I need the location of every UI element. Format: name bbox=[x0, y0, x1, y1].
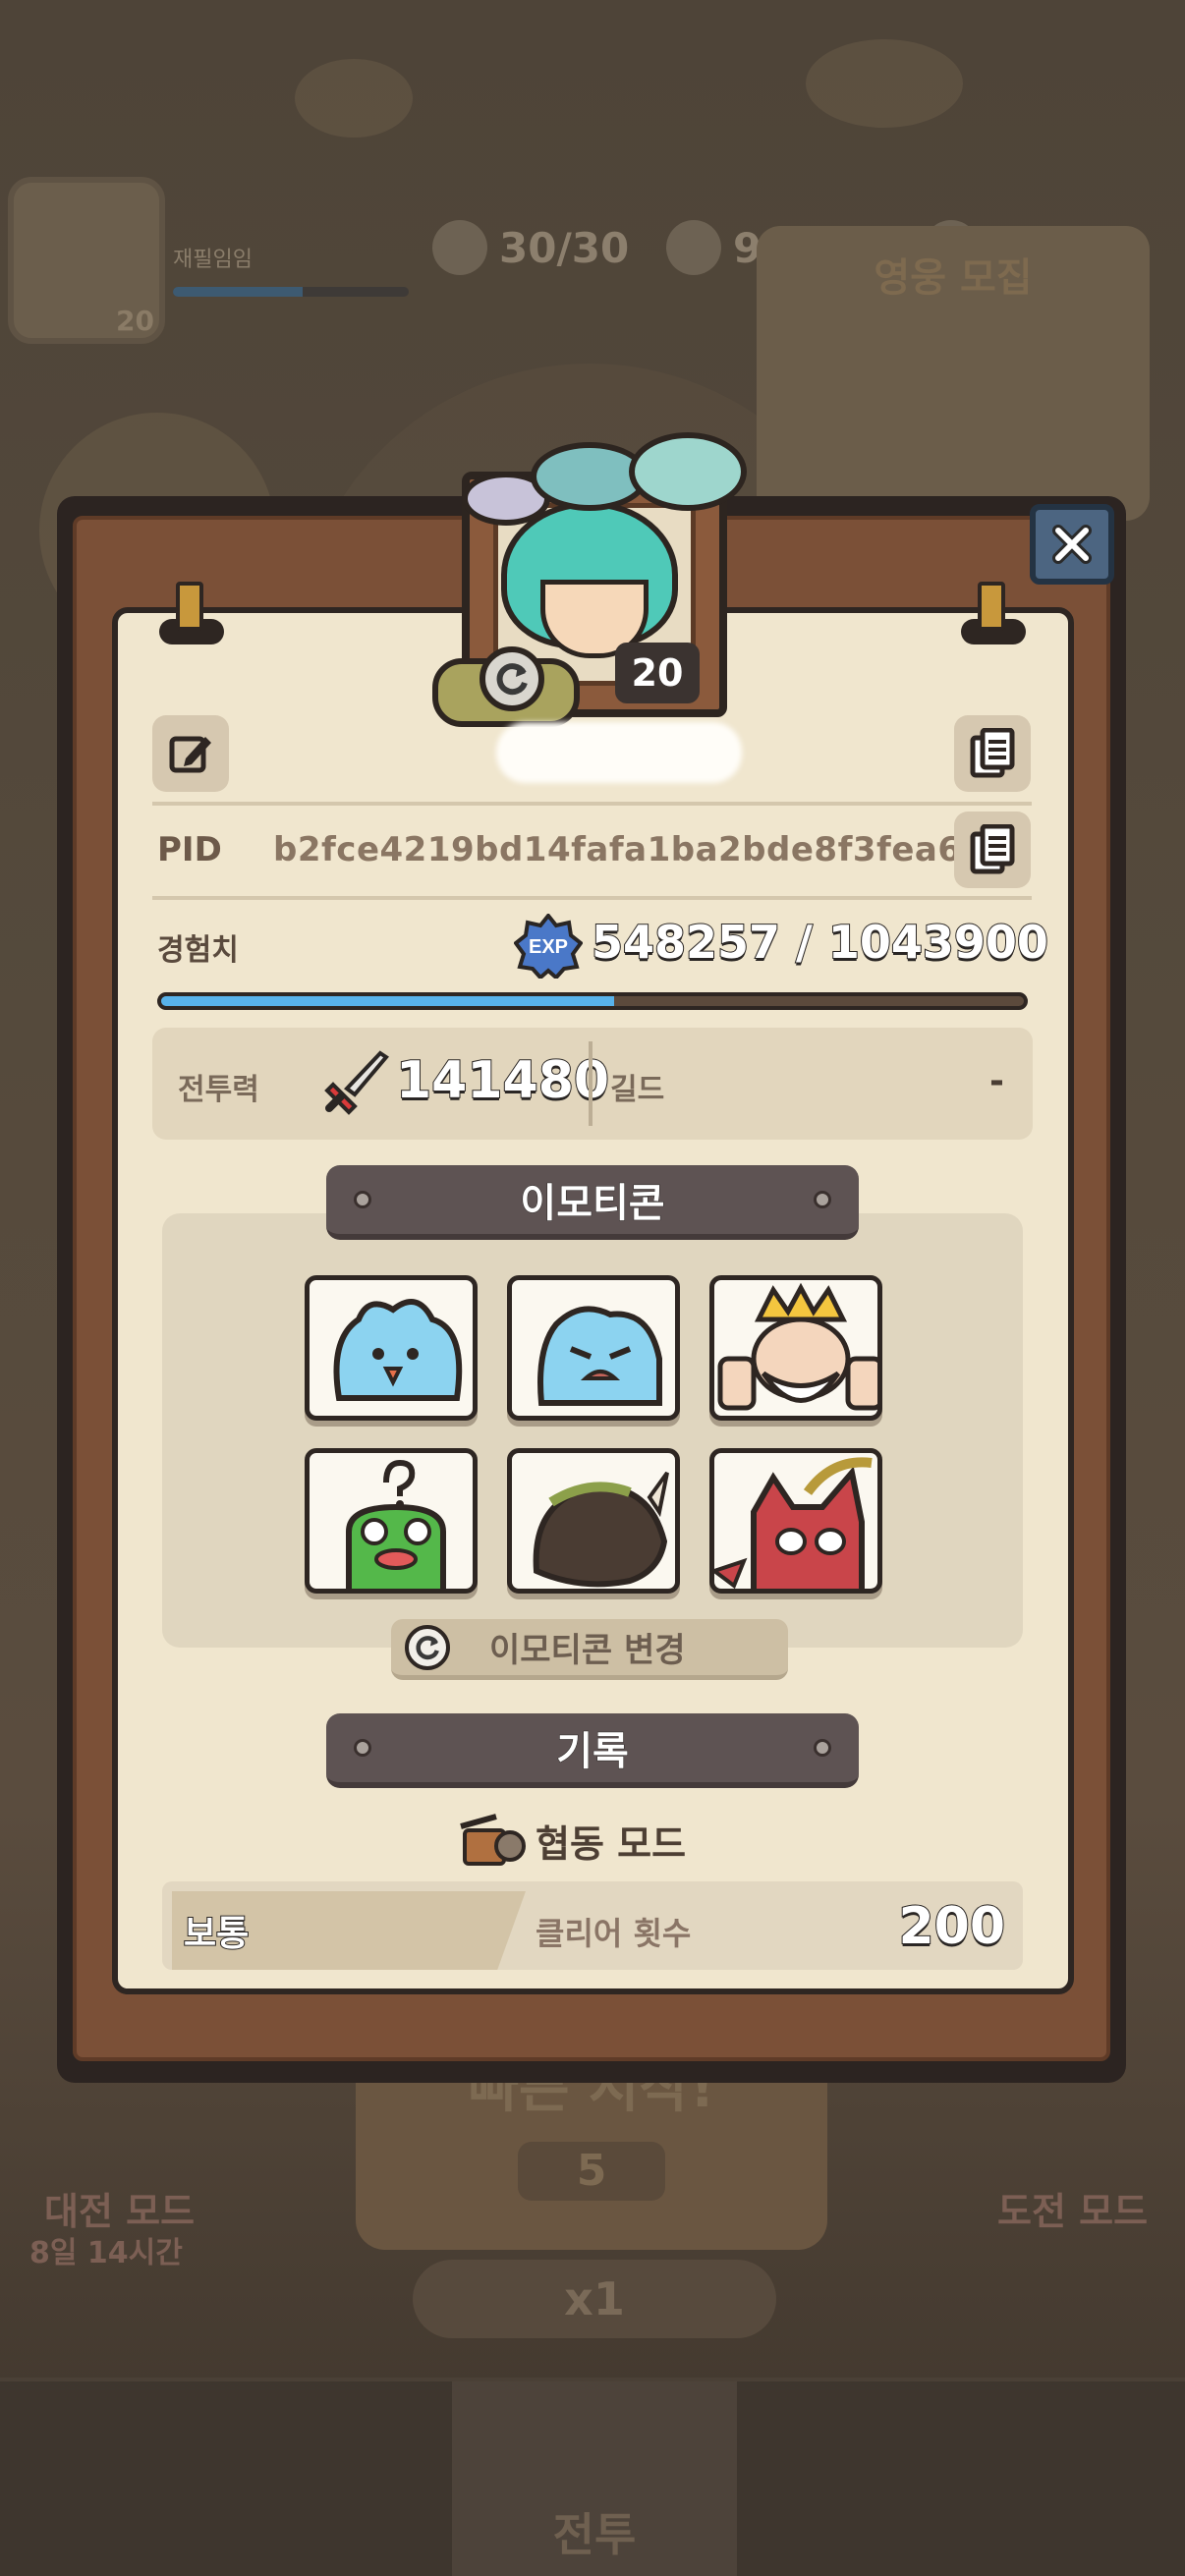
profile-avatar[interactable]: 20 bbox=[432, 432, 757, 737]
exp-progress-fill bbox=[161, 996, 614, 1006]
bg-hero-recruit-banner: 영웅 모집 bbox=[757, 226, 1150, 521]
green-slime-question-icon bbox=[346, 1459, 446, 1589]
energy-icon bbox=[432, 220, 487, 275]
bg-multiplier: x1 bbox=[413, 2260, 776, 2338]
blue-spirit-angry-icon bbox=[537, 1306, 662, 1406]
emoticon-slot-3[interactable] bbox=[709, 1275, 882, 1421]
emoticon-slot-1[interactable] bbox=[305, 1275, 478, 1421]
power-label: 전투력 bbox=[178, 1073, 259, 1107]
bg-nav-battle: 전투 bbox=[552, 2508, 637, 2561]
refresh-icon bbox=[405, 1624, 450, 1670]
copy-name-button[interactable] bbox=[954, 715, 1031, 792]
king-thumbsup-icon bbox=[717, 1282, 877, 1411]
coop-mode-title: 협동 모드 bbox=[457, 1813, 686, 1868]
power-value: 141480 bbox=[395, 1050, 610, 1111]
change-emoticon-button[interactable]: 이모티콘 변경 bbox=[391, 1619, 788, 1680]
profile-level-badge: 20 bbox=[615, 643, 700, 703]
copy-icon bbox=[970, 728, 1015, 778]
record-clear-label: 클리어 횟수 bbox=[536, 1915, 692, 1952]
exp-value: 548257 / 1043900 bbox=[591, 915, 1049, 970]
coop-mode-icon bbox=[460, 1814, 526, 1866]
records-header: 기록 bbox=[326, 1713, 859, 1788]
emoticon-slot-2[interactable] bbox=[507, 1275, 680, 1421]
copy-icon bbox=[970, 824, 1015, 874]
sword-icon bbox=[324, 1050, 389, 1115]
blue-spirit-happy-icon bbox=[333, 1299, 463, 1401]
emoticon-slot-6[interactable] bbox=[709, 1448, 882, 1594]
guild-value: - bbox=[989, 1061, 1004, 1101]
dark-helmet-icon bbox=[533, 1471, 669, 1588]
coop-mode-label: 협동 모드 bbox=[536, 1821, 687, 1866]
exp-progress-bar bbox=[157, 992, 1028, 1010]
bg-battle-mode-timer: 8일 14시간 bbox=[29, 2236, 183, 2270]
guild-label: 길드 bbox=[610, 1073, 665, 1107]
close-button[interactable] bbox=[1030, 504, 1114, 585]
paper-pin-right bbox=[961, 582, 1026, 652]
exp-icon: EXP bbox=[514, 914, 583, 979]
player-name-redacted bbox=[496, 722, 742, 783]
record-clear-count: 200 bbox=[897, 1896, 1006, 1957]
emoticon-slot-5[interactable] bbox=[507, 1448, 680, 1594]
bg-bottom-nav: 전투 bbox=[0, 2378, 1185, 2576]
bg-battle-mode: 대전 모드 bbox=[44, 2190, 196, 2233]
copy-pid-button[interactable] bbox=[954, 812, 1031, 888]
change-emoticon-label: 이모티콘 변경 bbox=[489, 1631, 686, 1670]
record-row: 보통 클리어 횟수 200 bbox=[162, 1881, 1023, 1970]
divider bbox=[152, 896, 1032, 900]
paper-pin-left bbox=[159, 582, 224, 652]
edit-name-button[interactable] bbox=[152, 715, 229, 792]
emoticon-header: 이모티콘 bbox=[326, 1165, 859, 1240]
emoticon-slot-4[interactable] bbox=[305, 1448, 478, 1594]
red-cat-icon bbox=[714, 1457, 873, 1589]
exp-label: 경험치 bbox=[157, 933, 239, 968]
exp-badge-text: EXP bbox=[529, 936, 568, 958]
bg-challenge-mode: 도전 모드 bbox=[997, 2190, 1149, 2233]
bg-energy: 30/30 bbox=[432, 218, 629, 277]
close-icon bbox=[1052, 525, 1092, 564]
bg-player-name: 재필임임 bbox=[173, 248, 253, 272]
avatar-change-icon[interactable] bbox=[480, 646, 544, 711]
record-difficulty: 보통 bbox=[183, 1913, 250, 1955]
stats-box: 전투력 141480 길드 - bbox=[152, 1028, 1033, 1140]
gold-icon bbox=[666, 220, 721, 275]
bg-player-level: 20 bbox=[116, 305, 154, 337]
pid-label: PID bbox=[157, 830, 222, 869]
edit-icon bbox=[169, 736, 211, 773]
bg-player-xp-bar bbox=[173, 287, 409, 297]
divider bbox=[152, 802, 1032, 806]
pid-value: b2fce4219bd14fafa1ba2bde8f3fea6a bbox=[273, 830, 985, 869]
cloud-decoration-icon bbox=[442, 432, 757, 531]
